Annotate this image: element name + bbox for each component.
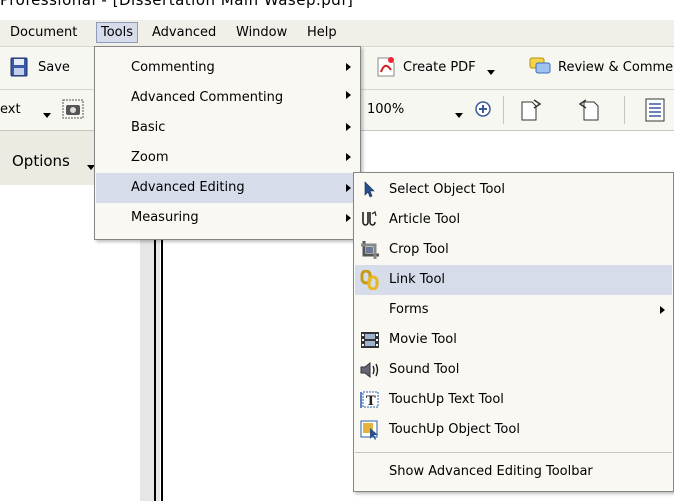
menu-document[interactable]: Document [6, 24, 81, 41]
menu-item-label: Select Object Tool [389, 182, 505, 197]
menu-window[interactable]: Window [232, 24, 291, 41]
submenu-item-crop-tool[interactable]: Crop Tool [355, 235, 672, 265]
window-title: Professional - [Dissertation Main Wasep.… [0, 0, 354, 9]
menu-bar: Document Tools Advanced Window Help [0, 20, 674, 47]
menu-advanced[interactable]: Advanced [148, 24, 220, 41]
menu-item-label: Crop Tool [389, 242, 449, 257]
film-icon [360, 330, 379, 348]
menu-item-label: Sound Tool [389, 362, 460, 377]
submenu-arrow-icon [346, 184, 351, 192]
menu-item-label: Measuring [131, 210, 199, 225]
submenu-item-show-advanced-editing-toolbar[interactable]: Show Advanced Editing Toolbar [355, 457, 672, 487]
tools-menu-item-measuring[interactable]: Measuring [96, 203, 359, 233]
menu-item-label: Link Tool [389, 272, 446, 287]
menu-item-label: TouchUp Object Tool [389, 422, 520, 437]
submenu-item-forms[interactable]: Forms [355, 295, 672, 325]
speaker-icon [360, 360, 379, 379]
rotate-view-icon[interactable] [520, 98, 542, 126]
zoom-dropdown-icon[interactable] [455, 107, 463, 122]
window-title-bar: Professional - [Dissertation Main Wasep.… [0, 0, 674, 20]
submenu-item-touchup-object-tool[interactable]: TouchUp Object Tool [355, 415, 672, 445]
text-tool-dropdown-icon[interactable] [43, 107, 51, 122]
advanced-editing-submenu: Select Object Tool Article Tool Crop Too… [353, 172, 674, 492]
create-pdf-icon[interactable] [376, 56, 396, 82]
menu-item-label: Movie Tool [389, 332, 457, 347]
toolbar-separator [503, 96, 504, 124]
submenu-arrow-icon [660, 306, 665, 314]
menu-item-label: Basic [131, 120, 166, 135]
options-button[interactable]: Options [12, 152, 70, 170]
menu-item-label: Commenting [131, 60, 215, 75]
article-tool-icon [360, 210, 378, 228]
create-pdf-dropdown-icon[interactable] [487, 64, 495, 79]
arrow-cursor-icon [360, 180, 378, 198]
tools-menu-item-commenting[interactable]: Commenting [96, 53, 359, 83]
save-button[interactable]: Save [38, 60, 70, 75]
touchup-object-icon [360, 420, 378, 440]
menu-item-label: Advanced Editing [131, 180, 245, 195]
save-icon[interactable] [10, 57, 28, 81]
submenu-item-link-tool[interactable]: Link Tool [355, 265, 672, 295]
page-layout-icon[interactable] [645, 98, 665, 126]
svg-text:T: T [366, 394, 376, 409]
rotate-counterclockwise-icon[interactable] [578, 98, 600, 126]
tools-menu-item-advanced-editing[interactable]: Advanced Editing [96, 173, 359, 203]
tools-menu-item-basic[interactable]: Basic [96, 113, 359, 143]
submenu-arrow-icon [346, 123, 351, 131]
tools-menu: Commenting Advanced Commenting Basic Zoo… [94, 46, 361, 240]
menu-help[interactable]: Help [303, 24, 341, 41]
menu-separator [355, 452, 672, 453]
review-comment-icon[interactable] [529, 56, 551, 80]
submenu-item-sound-tool[interactable]: Sound Tool [355, 355, 672, 385]
submenu-arrow-icon [346, 153, 351, 161]
submenu-arrow-icon [346, 63, 351, 71]
submenu-arrow-icon [346, 91, 351, 99]
submenu-item-select-object-tool[interactable]: Select Object Tool [355, 175, 672, 205]
submenu-item-article-tool[interactable]: Article Tool [355, 205, 672, 235]
link-chain-icon [360, 269, 379, 291]
menu-item-label: TouchUp Text Tool [389, 392, 504, 407]
submenu-item-movie-tool[interactable]: Movie Tool [355, 325, 672, 355]
review-comment-button[interactable]: Review & Comme [558, 60, 673, 75]
crop-icon [360, 240, 379, 259]
submenu-item-touchup-text-tool[interactable]: T TouchUp Text Tool [355, 385, 672, 415]
menu-item-label: Advanced Commenting [131, 90, 284, 105]
tools-menu-item-advanced-commenting[interactable]: Advanced Commenting [96, 83, 359, 113]
text-select-tool-button[interactable]: ext [0, 102, 21, 117]
menu-tools[interactable]: Tools [96, 22, 139, 43]
tools-menu-item-zoom[interactable]: Zoom [96, 143, 359, 173]
toolbar-separator [624, 96, 625, 124]
touchup-text-icon: T [360, 390, 379, 409]
zoom-in-icon[interactable] [475, 101, 491, 121]
menu-item-label: Zoom [131, 150, 169, 165]
snapshot-camera-icon[interactable] [62, 99, 84, 123]
menu-item-label: Show Advanced Editing Toolbar [389, 464, 593, 479]
menu-item-label: Article Tool [389, 212, 461, 227]
zoom-level-value[interactable]: 100% [367, 102, 404, 117]
menu-item-label: Forms [389, 302, 429, 317]
submenu-arrow-icon [346, 214, 351, 222]
create-pdf-button[interactable]: Create PDF [403, 60, 476, 75]
